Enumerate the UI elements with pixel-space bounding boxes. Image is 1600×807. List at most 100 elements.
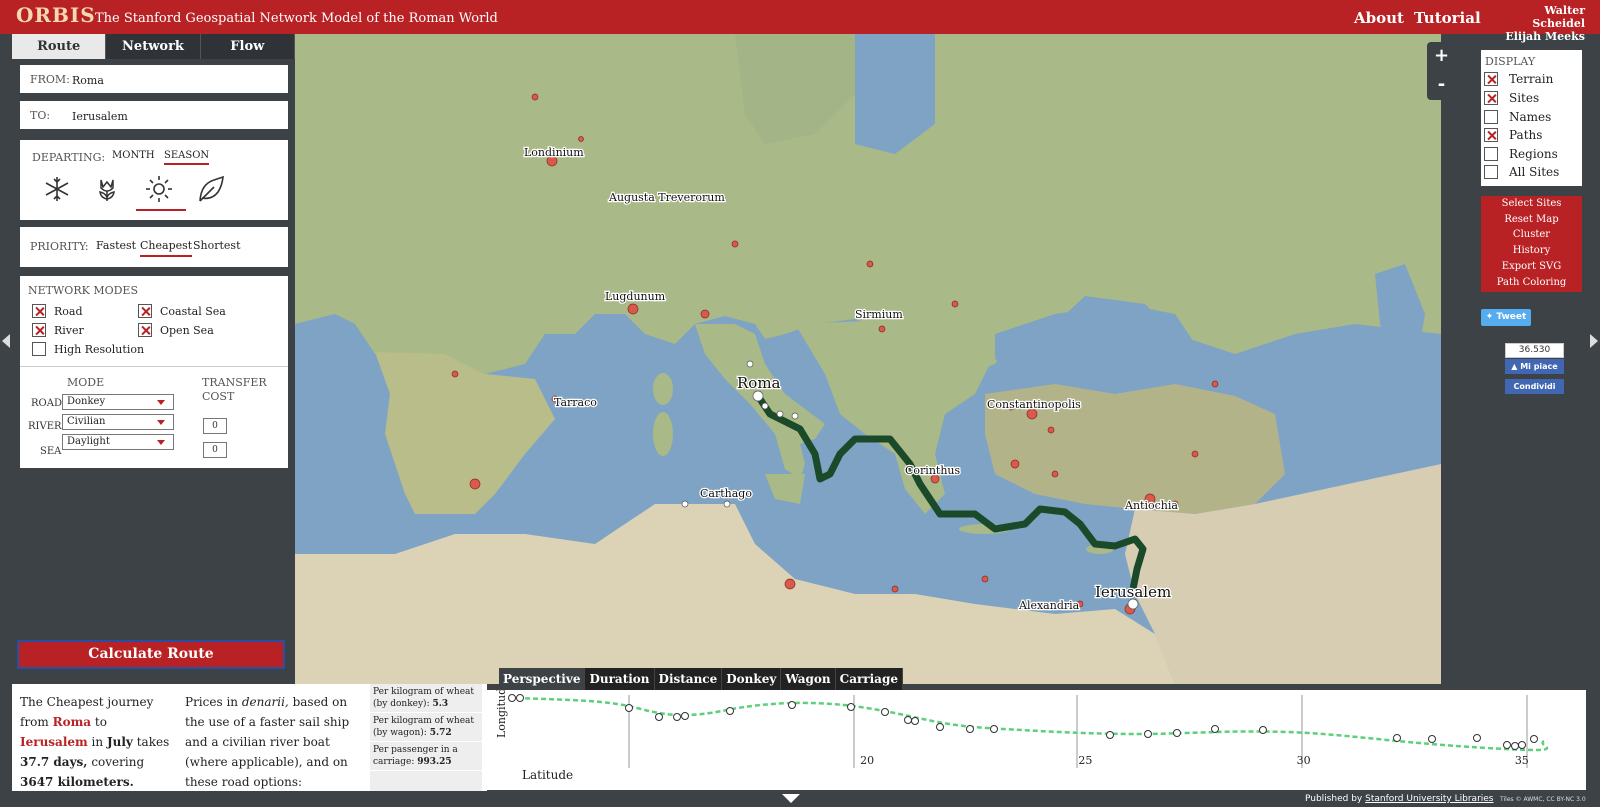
site-marker[interactable] [866, 260, 874, 268]
site-marker[interactable] [784, 578, 796, 590]
map-canvas[interactable]: Londinium Augusta Treverorum Lugdunum Si… [295, 34, 1441, 684]
site-marker[interactable] [700, 309, 710, 319]
chart-point[interactable] [936, 723, 944, 731]
city-label[interactable]: Carthago [699, 486, 754, 502]
reset-map-button[interactable]: Reset Map [1481, 212, 1582, 228]
tab-donkey[interactable]: Donkey [722, 668, 782, 690]
library-link[interactable]: Stanford University Libraries [1365, 794, 1493, 804]
site-marker[interactable] [752, 390, 764, 402]
priority-fastest[interactable]: Fastest [96, 239, 136, 252]
city-label[interactable]: Corinthus [904, 463, 962, 479]
chart-point[interactable] [681, 712, 689, 720]
tab-distance[interactable]: Distance [654, 668, 723, 690]
open-sea-checkbox[interactable] [138, 323, 152, 337]
chart-point[interactable] [726, 707, 734, 715]
chart-point[interactable] [655, 713, 663, 721]
chart-point[interactable] [911, 717, 919, 725]
site-marker[interactable] [878, 325, 886, 333]
history-button[interactable]: History [1481, 243, 1582, 259]
winter-icon[interactable] [42, 174, 72, 204]
coastal-sea-checkbox[interactable] [138, 304, 152, 318]
zoom-out-button[interactable]: - [1427, 71, 1456, 100]
chart-point[interactable] [1211, 725, 1219, 733]
chart-point[interactable] [1428, 735, 1436, 743]
paths-checkbox[interactable] [1484, 128, 1498, 142]
cluster-button[interactable]: Cluster [1481, 227, 1582, 243]
chart-point[interactable] [1503, 741, 1511, 749]
collapse-left-icon[interactable] [2, 334, 10, 348]
chart-point[interactable] [625, 704, 633, 712]
about-link[interactable]: About [1354, 9, 1404, 27]
tab-perspective[interactable]: Perspective [499, 668, 586, 690]
tweet-button[interactable]: ✦ Tweet [1481, 309, 1531, 326]
calculate-route-button[interactable]: Calculate Route [17, 640, 285, 669]
city-label[interactable]: Constantinopolis [986, 397, 1083, 413]
to-field[interactable]: TO: Ierusalem [20, 101, 288, 129]
priority-cheapest[interactable]: Cheapest [140, 239, 193, 257]
tab-duration[interactable]: Duration [585, 668, 655, 690]
tab-carriage[interactable]: Carriage [835, 668, 903, 690]
expand-bottom-icon[interactable] [782, 794, 800, 803]
road-checkbox[interactable] [32, 304, 46, 318]
river-mode-select[interactable]: Civilian [62, 414, 174, 430]
tab-flow[interactable]: Flow [200, 34, 295, 59]
chart-point[interactable] [1511, 742, 1519, 750]
site-marker[interactable] [731, 240, 739, 248]
chart-point[interactable] [1259, 726, 1267, 734]
orbis-logo[interactable]: ORBIS [16, 3, 96, 27]
site-marker[interactable] [951, 300, 959, 308]
chart-point[interactable] [1518, 741, 1526, 749]
facebook-like-button[interactable]: ▲ Mi piace [1505, 359, 1564, 374]
city-label[interactable]: Lugdunum [604, 289, 667, 305]
site-marker[interactable] [1047, 426, 1055, 434]
path-coloring-button[interactable]: Path Coloring [1481, 275, 1582, 291]
all-sites-checkbox[interactable] [1484, 165, 1498, 179]
city-label[interactable]: Augusta Treverorum [607, 190, 727, 206]
export-svg-button[interactable]: Export SVG [1481, 259, 1582, 275]
autumn-icon[interactable] [196, 174, 226, 204]
site-marker[interactable] [746, 360, 754, 368]
terrain-checkbox[interactable] [1484, 72, 1498, 86]
river-transfer-input[interactable]: 0 [203, 418, 227, 434]
city-label-emphasis[interactable]: Ierusalem [1094, 582, 1173, 603]
chart-point[interactable] [673, 713, 681, 721]
high-resolution-checkbox[interactable] [32, 342, 46, 356]
tab-route[interactable]: Route [12, 34, 107, 59]
facebook-share-button[interactable]: Condividi [1505, 379, 1564, 394]
chart-point[interactable] [508, 694, 516, 702]
site-marker[interactable] [469, 478, 481, 490]
city-label[interactable]: Tarraco [553, 395, 599, 411]
zoom-in-button[interactable]: + [1427, 42, 1456, 71]
from-value[interactable]: Roma [72, 74, 104, 87]
chart-point[interactable] [881, 708, 889, 716]
site-marker[interactable] [451, 370, 459, 378]
sea-transfer-input[interactable]: 0 [203, 442, 227, 458]
sea-mode-select[interactable]: Daylight [62, 434, 174, 450]
select-sites-button[interactable]: Select Sites [1481, 196, 1582, 212]
site-marker[interactable] [1051, 470, 1059, 478]
chart-point[interactable] [1106, 731, 1114, 739]
site-marker[interactable] [531, 93, 539, 101]
tab-wagon[interactable]: Wagon [781, 668, 836, 690]
city-label-emphasis[interactable]: Roma [736, 373, 782, 394]
site-marker[interactable] [1010, 459, 1020, 469]
river-checkbox[interactable] [32, 323, 46, 337]
to-value[interactable]: Ierusalem [72, 110, 128, 123]
regions-checkbox[interactable] [1484, 147, 1498, 161]
city-label[interactable]: Antiochia [1123, 498, 1180, 514]
city-label[interactable]: Sirmium [854, 307, 905, 323]
tutorial-link[interactable]: Tutorial [1414, 9, 1481, 27]
chart-point[interactable] [1144, 730, 1152, 738]
site-marker[interactable] [578, 136, 584, 142]
chart-point[interactable] [1530, 735, 1538, 743]
names-checkbox[interactable] [1484, 110, 1498, 124]
city-label[interactable]: Londinium [523, 145, 586, 161]
chart-point[interactable] [1473, 734, 1481, 742]
city-label[interactable]: Alexandria [1017, 598, 1081, 614]
chart-point[interactable] [516, 694, 524, 702]
spring-icon[interactable] [92, 174, 122, 204]
site-marker[interactable] [681, 500, 689, 508]
tab-network[interactable]: Network [106, 34, 201, 59]
site-marker[interactable] [791, 412, 799, 420]
season-option[interactable]: SEASON [164, 150, 210, 165]
